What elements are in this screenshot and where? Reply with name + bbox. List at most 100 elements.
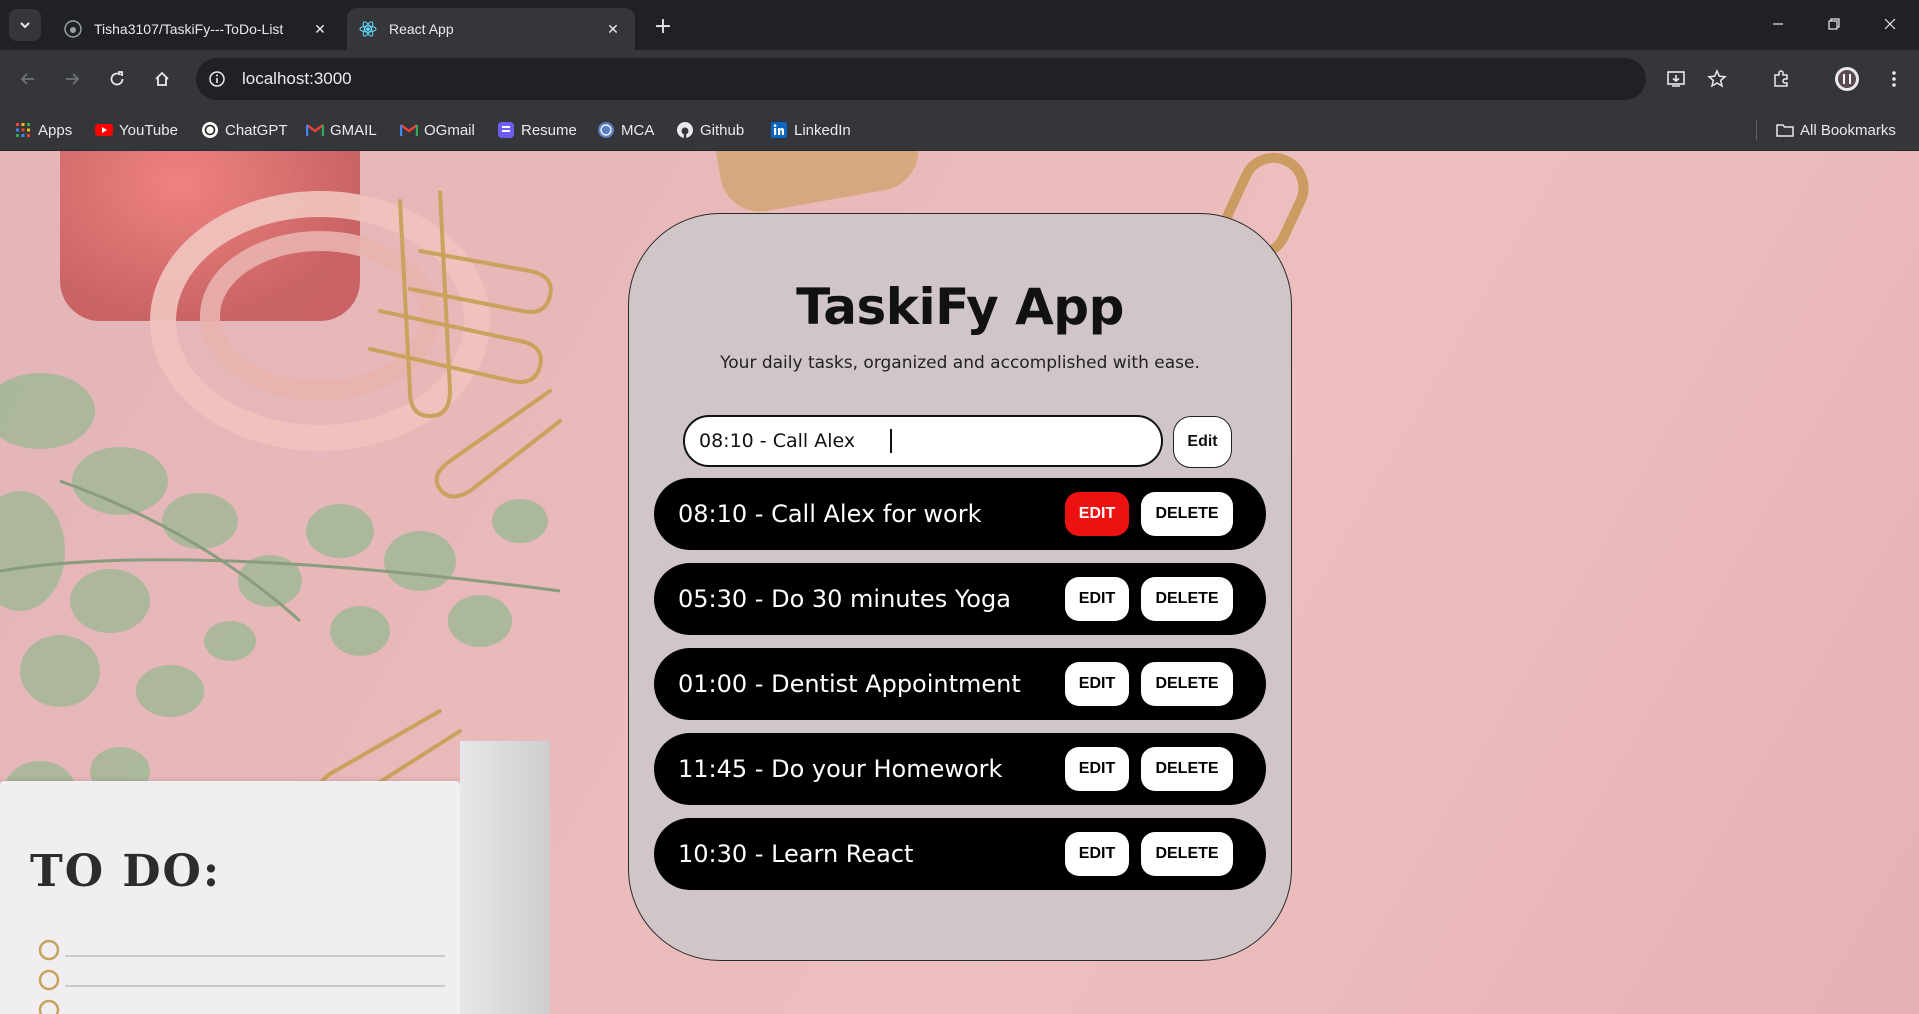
extensions-button[interactable]: [1765, 63, 1797, 95]
tab-title: React App: [389, 21, 454, 37]
bookmarks-bar: Apps YouTube ChatGPT GMAIL OGmail Resume: [0, 108, 1919, 151]
background-notepad-holder: [460, 741, 550, 1014]
bookmark-chatgpt[interactable]: ChatGPT: [201, 118, 288, 142]
task-list: 08:10 - Call Alex for work EDIT DELETE 0…: [654, 478, 1266, 903]
folder-icon: [1776, 121, 1794, 139]
close-window-button[interactable]: [1862, 0, 1918, 48]
bookmark-mca[interactable]: MCA: [597, 118, 654, 142]
task-delete-button[interactable]: DELETE: [1141, 492, 1233, 536]
task-text: 01:00 - Dentist Appointment: [678, 670, 1021, 698]
page-title: TaskiFy App: [796, 278, 1124, 336]
back-arrow-icon: [20, 73, 34, 85]
task-delete-button[interactable]: DELETE: [1141, 747, 1233, 791]
new-tab-button[interactable]: +: [650, 13, 676, 39]
close-icon[interactable]: ✕: [310, 19, 330, 39]
site-info-icon[interactable]: [204, 66, 230, 92]
all-bookmarks-button[interactable]: All Bookmarks: [1776, 118, 1896, 142]
youtube-icon: [95, 121, 113, 139]
task-delete-button[interactable]: DELETE: [1141, 832, 1233, 876]
task-text: 10:30 - Learn React: [678, 840, 914, 868]
text-caret: [890, 429, 892, 453]
task-edit-button[interactable]: EDIT: [1065, 492, 1129, 536]
avatar-icon: [1835, 67, 1859, 91]
forward-arrow-icon: [66, 73, 80, 85]
github-icon: [64, 20, 82, 38]
task-item: 05:30 - Do 30 minutes Yoga EDIT DELETE: [654, 563, 1266, 635]
home-button[interactable]: [146, 63, 178, 95]
back-button[interactable]: [12, 63, 44, 95]
react-icon: [359, 20, 377, 38]
reload-button[interactable]: [101, 63, 133, 95]
taskify-card: TaskiFy App Your daily tasks, organized …: [628, 213, 1292, 961]
install-icon: [1667, 71, 1685, 87]
profile-avatar[interactable]: [1831, 63, 1863, 95]
bookmark-star-button[interactable]: [1701, 63, 1733, 95]
bookmark-gmail[interactable]: GMAIL: [306, 118, 377, 142]
forward-button[interactable]: [56, 63, 88, 95]
gmail-icon: [306, 121, 324, 139]
tab-react-app[interactable]: React App ✕: [347, 8, 635, 50]
tab-strip: Tisha3107/TaskiFy---ToDo-List ✕ React Ap…: [0, 0, 1919, 50]
bookmark-label: YouTube: [119, 121, 178, 139]
bookmark-label: OGmail: [424, 121, 475, 139]
install-app-button[interactable]: [1660, 63, 1692, 95]
page-subtitle: Your daily tasks, organized and accompli…: [720, 353, 1200, 373]
bookmark-github[interactable]: Github: [676, 118, 744, 142]
task-text: 08:10 - Call Alex for work: [678, 500, 982, 528]
minimize-button[interactable]: [1750, 0, 1806, 48]
gmail-icon: [400, 121, 418, 139]
menu-button[interactable]: [1878, 63, 1910, 95]
task-edit-button[interactable]: EDIT: [1065, 832, 1129, 876]
bookmark-linkedin[interactable]: LinkedIn: [770, 118, 851, 142]
star-icon: [1707, 69, 1727, 88]
reload-icon: [110, 71, 124, 86]
task-edit-button[interactable]: EDIT: [1065, 577, 1129, 621]
apps-grid-icon: [14, 121, 32, 139]
task-input-field[interactable]: [683, 415, 1163, 467]
task-input[interactable]: [699, 430, 892, 452]
address-bar[interactable]: localhost:3000: [196, 58, 1646, 100]
bookmark-label: Apps: [38, 121, 73, 139]
browser-toolbar: localhost:3000: [0, 50, 1919, 108]
tab-github[interactable]: Tisha3107/TaskiFy---ToDo-List ✕: [52, 8, 342, 50]
page-viewport: TO DO: TaskiFy App Your daily tasks, org…: [0, 151, 1919, 1014]
bookmark-label: ChatGPT: [225, 121, 288, 139]
task-edit-button[interactable]: EDIT: [1065, 662, 1129, 706]
bookmark-label: GMAIL: [330, 121, 377, 139]
bookmark-apps[interactable]: Apps: [14, 118, 72, 142]
bookmark-ogmail[interactable]: OGmail: [400, 118, 475, 142]
url-text: localhost:3000: [242, 69, 352, 88]
task-text: 05:30 - Do 30 minutes Yoga: [678, 585, 1011, 613]
more-vert-icon: [1892, 71, 1896, 87]
linkedin-icon: [770, 121, 788, 139]
tab-title: Tisha3107/TaskiFy---ToDo-List: [94, 21, 284, 37]
close-icon: [1884, 18, 1896, 30]
tab-search-button[interactable]: [9, 9, 41, 41]
bookmark-resume[interactable]: Resume: [497, 118, 577, 142]
task-item: 01:00 - Dentist Appointment EDIT DELETE: [654, 648, 1266, 720]
bookmark-label: Resume: [521, 121, 577, 139]
close-icon[interactable]: ✕: [603, 19, 623, 39]
restore-button[interactable]: [1806, 0, 1862, 48]
bookmark-label: Github: [700, 121, 745, 139]
bookmark-label: LinkedIn: [794, 121, 851, 139]
chatgpt-icon: [201, 121, 219, 139]
task-delete-button[interactable]: DELETE: [1141, 662, 1233, 706]
bookmark-youtube[interactable]: YouTube: [95, 118, 178, 142]
submit-edit-button[interactable]: Edit: [1173, 416, 1232, 468]
notepad-heading: TO DO:: [30, 846, 222, 897]
puzzle-icon: [1774, 70, 1788, 87]
bookmark-label: MCA: [621, 121, 655, 139]
mca-icon: [597, 121, 615, 139]
background-scissors: [715, 151, 925, 218]
all-bookmarks-label: All Bookmarks: [1800, 121, 1896, 139]
task-delete-button[interactable]: DELETE: [1141, 577, 1233, 621]
task-item: 11:45 - Do your Homework EDIT DELETE: [654, 733, 1266, 805]
home-icon: [155, 71, 169, 86]
task-item: 10:30 - Learn React EDIT DELETE: [654, 818, 1266, 890]
notepad-checklist: [38, 939, 445, 1014]
restore-icon: [1828, 18, 1840, 30]
task-edit-button[interactable]: EDIT: [1065, 747, 1129, 791]
chevron-down-icon: [20, 22, 30, 29]
minimize-icon: [1773, 23, 1783, 25]
